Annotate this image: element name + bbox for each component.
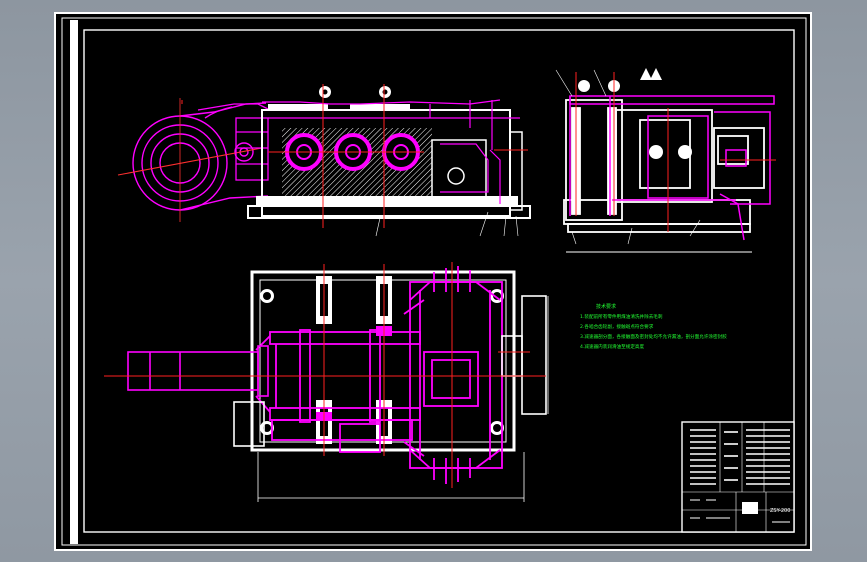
note-line-4: 4.减速器内装润滑油至规定高度 [580, 343, 645, 350]
drawing-number: ZSY-200 [770, 508, 790, 514]
binding-margin [70, 20, 78, 544]
notes-title: 技术要求 [596, 303, 616, 310]
title-block: ZSY-200 [681, 421, 795, 533]
note-line-1: 1.装配前所有零件用煤油清洗并除去毛刺 [580, 313, 663, 320]
note-line-2: 2.各啮合齿轮副，接触斑点符合要求 [580, 323, 654, 330]
cad-drawing-sheet: 技术要求 1.装配前所有零件用煤油清洗并除去毛刺 2.各啮合齿轮副，接触斑点符合… [54, 12, 812, 551]
note-line-3: 3.减速器剖分面，各接触面及密封处均不允许漏油，剖分面允许涂密封胶 [580, 333, 727, 340]
